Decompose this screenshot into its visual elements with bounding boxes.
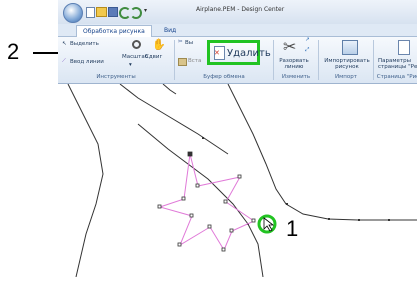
line-nodes [202, 137, 390, 225]
select-arrow-icon: ↖ [62, 41, 67, 47]
delete-page-icon: ✕ [214, 46, 225, 60]
delete-cross-icon: ✕ [214, 49, 220, 57]
outline-line-lower [137, 123, 264, 278]
quick-access-open-icon[interactable] [96, 7, 107, 17]
app-orb-button[interactable] [63, 3, 83, 23]
star-node [237, 174, 242, 179]
line-node [202, 137, 204, 139]
outline-line-left [67, 83, 104, 278]
callout-1-label: 1 [286, 216, 299, 241]
star-node [195, 183, 200, 188]
line-input-label: Ввод линии [70, 59, 104, 65]
zoom-icon[interactable] [132, 40, 141, 49]
tab-pattern-processing[interactable]: Обработка рисунка [76, 25, 152, 37]
star-node [207, 224, 212, 229]
line-input-icon: ⟋ [62, 58, 66, 64]
star-nodes [157, 151, 256, 252]
star-node [157, 204, 162, 209]
group-edit-label: Изменить [281, 74, 311, 80]
window-title: Airplane.PEM - Design Center [196, 6, 285, 13]
design-canvas[interactable] [58, 83, 417, 278]
shift-label[interactable]: Сдвиг [145, 54, 162, 60]
import-picture-icon[interactable] [342, 40, 358, 55]
star-node [177, 242, 182, 247]
split-line-icon[interactable]: ✂ [283, 39, 296, 55]
select-button[interactable]: ↖ Выделить [62, 40, 106, 49]
star-node [251, 218, 256, 223]
pan-hand-icon[interactable]: ✋ [152, 38, 166, 51]
quick-access-new-icon[interactable] [86, 7, 95, 18]
quick-access-menu-icon[interactable]: ▾ [144, 7, 147, 14]
cut-icon[interactable]: ✂ [178, 39, 183, 45]
title-bar: ▾ Airplane.PEM - Design Center [58, 0, 417, 25]
cut-label[interactable]: Вы [185, 40, 193, 46]
star-shape [158, 153, 256, 252]
callout-2-label: 2 [7, 39, 20, 64]
delete-label: Удалить [227, 48, 271, 59]
group-page-label: Страница "Рис [376, 74, 417, 80]
line-node [328, 218, 330, 220]
line-node [358, 219, 360, 221]
ribbon-separator [318, 40, 319, 80]
outline-line-top [162, 83, 177, 95]
quick-access-save-icon[interactable] [108, 7, 118, 17]
split-line-small-icon[interactable]: ↗ [305, 37, 310, 43]
page-params-icon[interactable] [398, 40, 410, 55]
group-import-label: Импорт [335, 74, 357, 80]
line-node [286, 203, 288, 205]
line-input-button[interactable]: ⟋ Ввод линии [62, 58, 106, 67]
star-node [223, 199, 228, 204]
mouse-cursor-icon [263, 217, 275, 232]
line-node [388, 219, 390, 221]
design-drawing [67, 83, 417, 278]
star-node [181, 196, 186, 201]
outline-line-left-2 [119, 83, 229, 155]
star-node [187, 151, 193, 157]
split-line-label[interactable]: Разорвать линию [276, 58, 312, 70]
tab-view[interactable]: Вид [158, 25, 182, 36]
ribbon: ↖ Выделить ✋ ⟋ Ввод линии Масштаб Сдвиг … [58, 37, 417, 84]
split-line-small-icon-2[interactable]: ⤢ [305, 47, 309, 54]
star-node [221, 247, 226, 252]
delete-button[interactable]: ✕ Удалить [207, 40, 271, 65]
group-clipboard-label: Буфер обмена [203, 74, 245, 80]
star-node [189, 213, 194, 218]
ribbon-tabs: Обработка рисунка Вид [58, 24, 417, 37]
insert-icon[interactable] [178, 58, 187, 66]
quick-access-redo-icon[interactable] [130, 7, 142, 19]
outline-line-curve [227, 83, 417, 221]
ribbon-separator [373, 40, 374, 80]
select-label: Выделить [70, 41, 99, 47]
group-tools-label: Инструменты [96, 74, 136, 80]
page-params-label[interactable]: Параметры страницы "Ре [378, 58, 417, 70]
import-picture-label[interactable]: Импортировать рисунок [322, 58, 372, 70]
star-node [229, 228, 234, 233]
insert-label[interactable]: Вста [188, 58, 201, 64]
scale-dropdown-icon[interactable]: ▾ [129, 62, 132, 68]
